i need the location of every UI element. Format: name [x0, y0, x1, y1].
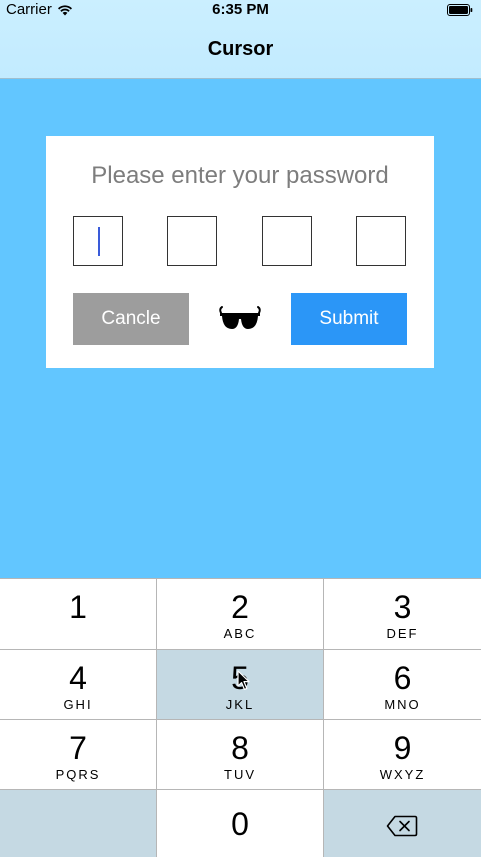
key-digit: 6 — [393, 660, 412, 696]
key-letters: ABC — [223, 626, 257, 641]
key-letters: PQRS — [55, 767, 101, 782]
key-5[interactable]: 5 JKL — [157, 650, 324, 720]
key-letters: DEF — [386, 626, 419, 641]
status-time: 6:35 PM — [212, 1, 269, 18]
password-card: Please enter your password Cancle Submit — [46, 136, 434, 368]
key-6[interactable]: 6 MNO — [324, 650, 481, 720]
key-letters: JKL — [225, 697, 255, 712]
key-digit: 3 — [393, 589, 412, 625]
pin-box-2[interactable] — [167, 216, 217, 266]
password-prompt: Please enter your password — [91, 162, 389, 189]
numeric-keypad: 1 2 ABC 3 DEF 4 GHI 5 JKL 6 MNO 7 PQRS 8… — [0, 578, 481, 857]
key-digit: 9 — [393, 730, 412, 766]
cancel-button[interactable]: Cancle — [73, 293, 189, 345]
pin-box-4[interactable] — [356, 216, 406, 266]
key-8[interactable]: 8 TUV — [157, 720, 324, 790]
key-digit: 2 — [231, 589, 249, 625]
delete-backspace-icon — [386, 815, 418, 837]
key-letters: GHI — [63, 697, 93, 712]
glasses-icon[interactable] — [217, 304, 263, 334]
status-bar: Carrier 6:35 PM — [0, 0, 481, 20]
key-letters: MNO — [384, 697, 421, 712]
key-7[interactable]: 7 PQRS — [0, 720, 157, 790]
key-1[interactable]: 1 — [0, 579, 157, 650]
mouse-pointer-icon — [237, 670, 250, 690]
nav-title: Cursor — [207, 38, 274, 60]
battery-icon — [447, 4, 473, 16]
key-digit: 1 — [69, 589, 87, 625]
key-letters: WXYZ — [379, 767, 426, 782]
pin-box-3[interactable] — [262, 216, 312, 266]
key-9[interactable]: 9 WXYZ — [324, 720, 481, 790]
top-bar: Carrier 6:35 PM Cursor — [0, 0, 481, 79]
submit-button[interactable]: Submit — [291, 293, 407, 345]
key-2[interactable]: 2 ABC — [157, 579, 324, 650]
key-digit: 7 — [69, 730, 87, 766]
key-0[interactable]: 0 — [157, 790, 324, 857]
key-3[interactable]: 3 DEF — [324, 579, 481, 650]
key-letters: TUV — [224, 767, 256, 782]
key-digit: 0 — [231, 806, 249, 842]
text-cursor — [98, 227, 100, 256]
key-blank — [0, 790, 157, 857]
key-digit: 8 — [231, 730, 249, 766]
delete-key[interactable] — [324, 790, 481, 857]
key-digit: 4 — [69, 660, 87, 696]
pin-box-1[interactable] — [73, 216, 123, 266]
key-4[interactable]: 4 GHI — [0, 650, 157, 720]
